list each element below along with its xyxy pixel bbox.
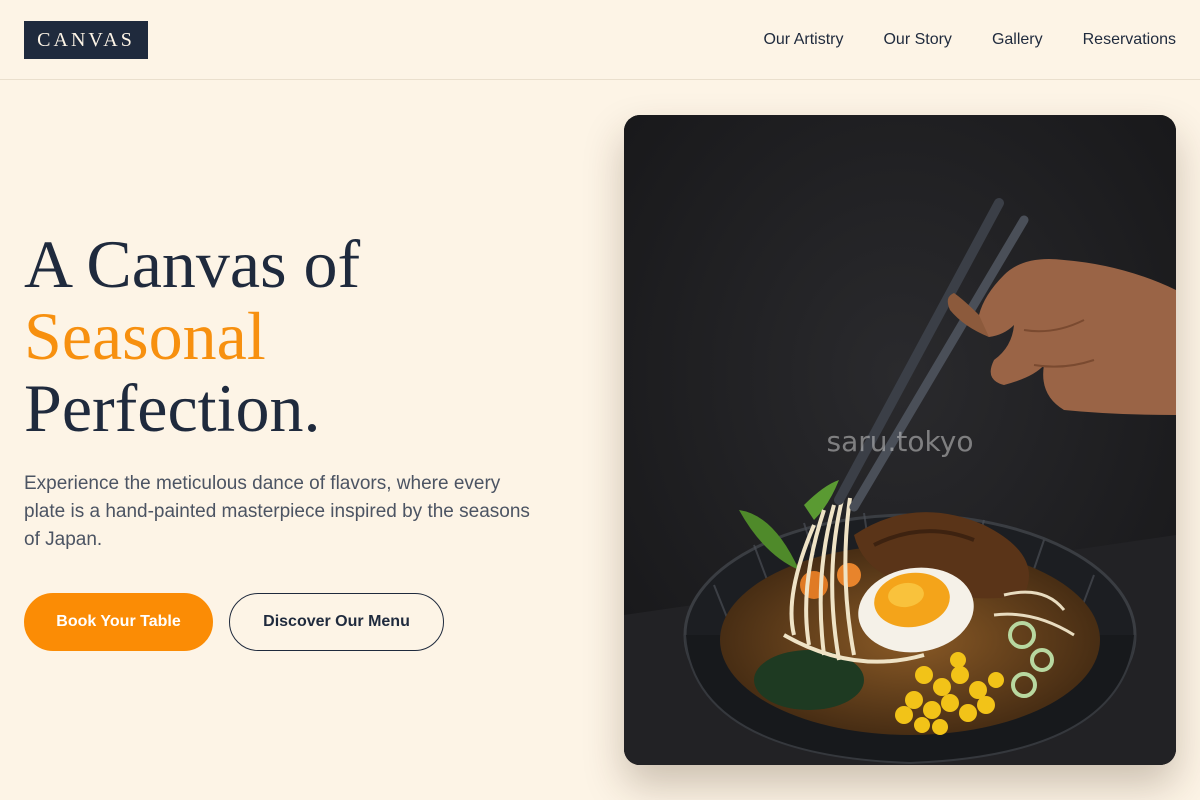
hero-title-accent: Seasonal	[24, 298, 266, 374]
nav-link-gallery[interactable]: Gallery	[992, 29, 1043, 51]
nav-link-our-story[interactable]: Our Story	[883, 29, 951, 51]
image-watermark: saru.tokyo	[826, 425, 974, 458]
hero-food-image: saru.tokyo	[624, 115, 1176, 765]
discover-menu-button[interactable]: Discover Our Menu	[229, 593, 444, 651]
nav-link-our-artistry[interactable]: Our Artistry	[763, 29, 843, 51]
hero-title: A Canvas of Seasonal Perfection.	[24, 228, 360, 444]
hero-title-line-3: Perfection.	[24, 370, 321, 446]
book-table-button[interactable]: Book Your Table	[24, 593, 213, 651]
logo[interactable]: CANVAS	[24, 21, 148, 59]
hero-title-line-1: A Canvas of	[24, 226, 361, 302]
main-nav: Our Artistry Our Story Gallery Reservati…	[763, 29, 1176, 51]
nav-link-reservations[interactable]: Reservations	[1083, 29, 1176, 51]
site-header: CANVAS Our Artistry Our Story Gallery Re…	[0, 0, 1200, 80]
hero-subtitle: Experience the meticulous dance of flavo…	[24, 473, 530, 550]
